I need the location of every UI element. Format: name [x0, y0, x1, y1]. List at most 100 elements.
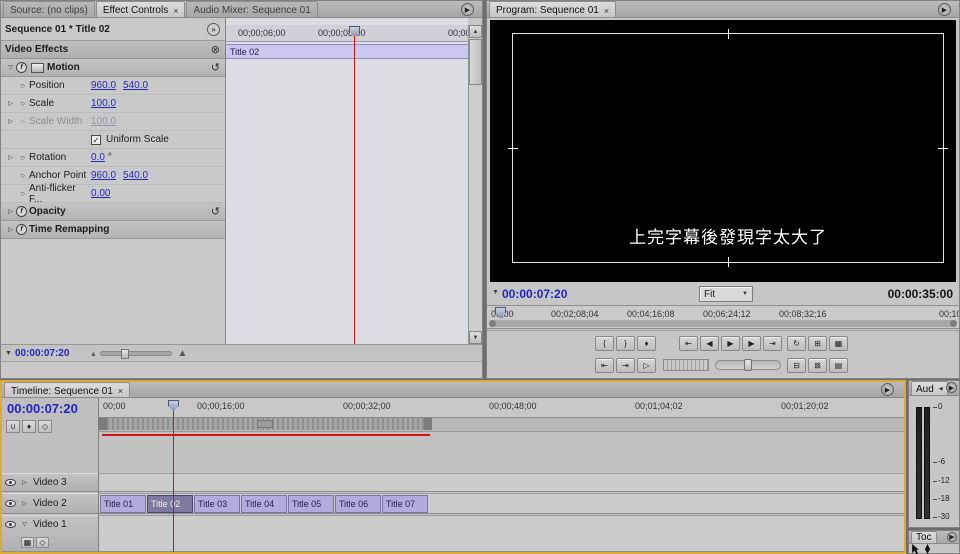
bottom-handle[interactable] [728, 257, 729, 267]
zoom-slider-thumb[interactable] [121, 349, 129, 359]
zoom-level-dropdown[interactable]: Fit ▼ [699, 286, 753, 302]
stopwatch-icon[interactable]: ○ [16, 81, 29, 90]
set-encore-chapter-marker-button[interactable]: ♦ [22, 420, 36, 433]
set-in-point-button[interactable]: { [595, 336, 614, 351]
toggle-track-output-icon[interactable] [5, 479, 16, 486]
reset-icon[interactable]: ↺ [211, 205, 220, 218]
show-keyframes-button[interactable]: ◇ [36, 537, 49, 548]
anchor-y-value[interactable]: 540.0 [123, 170, 148, 181]
set-display-style-button[interactable]: ▦ [21, 537, 34, 548]
shuttle-thumb[interactable] [744, 359, 752, 371]
go-to-out-button[interactable]: ⇥ [763, 336, 782, 351]
work-area-handle-left[interactable] [99, 418, 107, 430]
rotation-value[interactable]: 0.0 [91, 152, 105, 163]
loop-button[interactable]: ↻ [787, 336, 806, 351]
effects-toggle-icon[interactable]: ⊗ [211, 43, 220, 56]
anchor-x-value[interactable]: 960.0 [91, 170, 116, 181]
tab-source[interactable]: Source: (no clips) [3, 1, 95, 17]
effect-timeline-ruler[interactable]: 00;00;06;00 00;00;08;00 00;00 [226, 25, 468, 42]
expander-icon[interactable]: ▷ [19, 479, 30, 486]
expander-icon[interactable]: ▷ [5, 226, 16, 233]
extract-button[interactable]: ⊠ [808, 358, 827, 373]
top-handle[interactable] [728, 29, 729, 39]
scrollbar-thumb[interactable] [469, 39, 482, 85]
right-handle[interactable] [938, 148, 948, 149]
toggle-track-output-icon[interactable] [5, 521, 16, 528]
expander-open-icon[interactable]: ▽ [19, 521, 30, 528]
stopwatch-icon[interactable]: ○ [16, 153, 29, 162]
clip-title-02-selected[interactable]: Title 02 [147, 495, 193, 513]
panel-menu-icon[interactable]: ▶ [938, 3, 951, 16]
position-x-value[interactable]: 960.0 [91, 80, 116, 91]
panel-menu-icon[interactable]: ▶ [947, 532, 957, 542]
effect-controls-hscroll-track[interactable] [1, 361, 482, 378]
scroll-up-icon[interactable]: ▲ [469, 25, 482, 38]
work-area-track[interactable] [99, 418, 904, 432]
shuttle-control[interactable] [715, 360, 781, 370]
effect-row-time-remapping[interactable]: ▷ f Time Remapping [1, 221, 225, 239]
close-icon[interactable]: × [173, 6, 178, 16]
play-in-to-out-button[interactable]: ▷ [637, 358, 656, 373]
zoom-in-icon[interactable]: ▲ [177, 348, 187, 359]
effect-controls-timeline[interactable]: 00;00;06;00 00;00;08;00 00;00 Title 02 [226, 18, 468, 344]
uniform-scale-checkbox[interactable]: ✓ [91, 135, 101, 145]
next-edit-button[interactable]: ⇥ [616, 358, 635, 373]
track-lane-video1[interactable] [99, 515, 904, 552]
panel-menu-icon[interactable]: ▶ [461, 3, 474, 16]
panel-menu-icon[interactable]: ▶ [946, 382, 957, 393]
set-marker-button[interactable]: ♦ [637, 336, 656, 351]
track-header-video3[interactable]: ▷ Video 3 [2, 473, 98, 492]
viewing-area-bar[interactable] [489, 320, 957, 327]
fx-badge-icon[interactable]: f [16, 62, 27, 73]
expander-icon[interactable]: ▷ [5, 118, 16, 125]
tab-audio-mixer[interactable]: Audio Mixer: Sequence 01 [186, 1, 317, 17]
title-bounding-box[interactable]: 上完字幕後發現字太大了 [512, 33, 944, 263]
clip-title-03[interactable]: Title 03 [194, 495, 240, 513]
clip-title-04[interactable]: Title 04 [241, 495, 287, 513]
left-handle[interactable] [508, 148, 518, 149]
anti-flicker-value[interactable]: 0.00 [91, 188, 110, 199]
track-lane-video2[interactable]: Title 01 Title 02 Title 03 Title 04 Titl… [99, 493, 904, 514]
program-timecode[interactable]: 00:00:07:20 [502, 287, 567, 301]
viewing-area-handle-left[interactable] [489, 320, 496, 327]
export-frame-button[interactable]: ▤ [829, 358, 848, 373]
clip-title-07[interactable]: Title 07 [382, 495, 428, 513]
program-ruler[interactable]: 00;00 00;02;08;04 00;04;16;08 00;06;24;1… [487, 305, 959, 329]
tab-effect-controls[interactable]: Effect Controls × [96, 1, 186, 17]
work-area-grip[interactable] [257, 420, 273, 428]
step-back-button[interactable]: ◀ [700, 336, 719, 351]
toggle-track-output-icon[interactable] [5, 500, 16, 507]
expander-open-icon[interactable]: ▽ [5, 64, 16, 71]
tab-audio-meters[interactable]: Aud ◀ [911, 381, 948, 395]
zoom-slider[interactable] [100, 351, 172, 356]
clip-title-06[interactable]: Title 06 [335, 495, 381, 513]
viewing-area-handle-right[interactable] [950, 320, 957, 327]
lift-button[interactable]: ⊟ [787, 358, 806, 373]
tab-tools[interactable]: Toc [911, 531, 937, 543]
close-icon[interactable]: × [118, 386, 123, 396]
track-lane-video3[interactable] [99, 473, 904, 492]
reset-icon[interactable]: ↺ [211, 61, 220, 74]
tab-program[interactable]: Program: Sequence 01 × [489, 1, 616, 17]
position-y-value[interactable]: 540.0 [123, 80, 148, 91]
output-button[interactable]: ▦ [829, 336, 848, 351]
timeline-ruler[interactable]: 00;00 00;00;16;00 00;00;32;00 00;00;48;0… [99, 398, 904, 418]
jog-control[interactable] [663, 359, 709, 371]
set-out-point-button[interactable]: } [616, 336, 635, 351]
scroll-down-icon[interactable]: ▼ [469, 331, 482, 344]
close-icon[interactable]: × [604, 6, 609, 16]
selection-tool-icon[interactable] [911, 544, 920, 554]
expander-icon[interactable]: ▷ [5, 208, 16, 215]
zoom-out-icon[interactable]: ▴ [91, 349, 95, 358]
expander-icon[interactable]: ▷ [5, 100, 16, 107]
previous-edit-button[interactable]: ⇤ [595, 358, 614, 373]
set-unnumbered-marker-button[interactable]: ◇ [38, 420, 52, 433]
step-forward-button[interactable]: ▶ [742, 336, 761, 351]
scale-value[interactable]: 100.0 [91, 98, 116, 109]
go-to-in-button[interactable]: ⇤ [679, 336, 698, 351]
effect-controls-scrollbar[interactable]: ▲ ▼ [468, 25, 482, 344]
stopwatch-icon[interactable]: ○ [16, 99, 29, 108]
timeline-timecode[interactable]: 00:00:07:20 [7, 401, 78, 416]
stopwatch-icon[interactable]: ○ [16, 189, 29, 198]
clip-title-01[interactable]: Title 01 [100, 495, 146, 513]
